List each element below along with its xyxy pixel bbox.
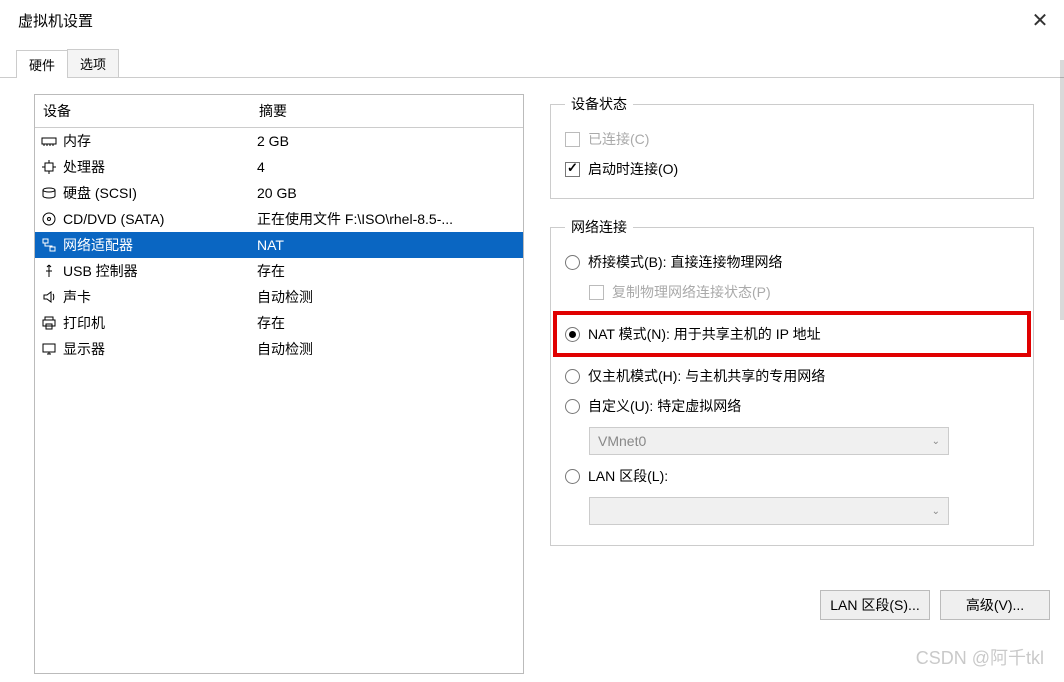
device-name: 处理器 [63, 157, 105, 177]
lan-segment-radio[interactable] [565, 469, 580, 484]
device-row[interactable]: 打印机 存在 [35, 310, 523, 336]
lan-segments-button[interactable]: LAN 区段(S)... [820, 590, 930, 620]
device-summary: 正在使用文件 F:\ISO\rhel-8.5-... [251, 207, 523, 231]
device-summary: 20 GB [251, 183, 523, 203]
vm-settings-dialog: 虚拟机设置 ✕ 硬件 选项 设备 摘要 内存 2 GB 处理器 4 硬盘 (SCSI) 2… [0, 0, 1064, 682]
net-icon [41, 237, 57, 253]
device-row[interactable]: 内存 2 GB [35, 128, 523, 154]
sound-icon [41, 289, 57, 305]
replicate-checkbox [589, 285, 604, 300]
device-name: 硬盘 (SCSI) [63, 183, 137, 203]
device-summary: 存在 [251, 259, 523, 283]
device-name: 内存 [63, 131, 91, 151]
chevron-down-icon: ⌄ [932, 506, 940, 517]
printer-icon [41, 315, 57, 331]
vmnet-value: VMnet0 [598, 433, 646, 449]
connect-at-poweron-label: 启动时连接(O) [588, 159, 678, 179]
device-name: USB 控制器 [63, 261, 138, 281]
bottom-buttons: LAN 区段(S)... 高级(V)... [820, 590, 1050, 620]
close-icon[interactable]: ✕ [1020, 0, 1060, 40]
device-name: 网络适配器 [63, 235, 133, 255]
device-summary: 存在 [251, 311, 523, 335]
side-shadow [1060, 60, 1064, 320]
header-summary[interactable]: 摘要 [251, 95, 523, 127]
device-row[interactable]: 网络适配器 NAT [35, 232, 523, 258]
device-list-header: 设备 摘要 [35, 95, 523, 128]
settings-panel: 设备状态 已连接(C) 启动时连接(O) 网络连接 桥接模式(B): 直接连接物… [524, 94, 1050, 682]
device-summary: NAT [251, 235, 523, 255]
advanced-button[interactable]: 高级(V)... [940, 590, 1050, 620]
hostonly-label: 仅主机模式(H): 与主机共享的专用网络 [588, 366, 825, 386]
device-name: 打印机 [63, 313, 105, 333]
nat-label: NAT 模式(N): 用于共享主机的 IP 地址 [588, 324, 821, 344]
lan-segment-combo: ⌄ [589, 497, 949, 525]
watermark: CSDN @阿千tkl [916, 644, 1044, 670]
device-state-legend: 设备状态 [565, 94, 633, 114]
titlebar: 虚拟机设置 ✕ [0, 0, 1064, 40]
usb-icon [41, 263, 57, 279]
header-device[interactable]: 设备 [35, 95, 251, 127]
bridged-radio[interactable] [565, 255, 580, 270]
nat-radio[interactable] [565, 327, 580, 342]
network-legend: 网络连接 [565, 217, 633, 237]
device-summary: 4 [251, 157, 523, 177]
device-summary: 自动检测 [251, 285, 523, 309]
disk-icon [41, 185, 57, 201]
tab-hardware[interactable]: 硬件 [16, 50, 68, 78]
display-icon [41, 341, 57, 357]
vmnet-combo: VMnet0 ⌄ [589, 427, 949, 455]
cd-icon [41, 211, 57, 227]
device-summary: 自动检测 [251, 337, 523, 361]
window-title: 虚拟机设置 [18, 10, 1020, 31]
custom-label: 自定义(U): 特定虚拟网络 [588, 396, 741, 416]
device-row[interactable]: 声卡 自动检测 [35, 284, 523, 310]
memory-icon [41, 133, 57, 149]
device-state-group: 设备状态 已连接(C) 启动时连接(O) [550, 94, 1034, 199]
network-connection-group: 网络连接 桥接模式(B): 直接连接物理网络 复制物理网络连接状态(P) NAT… [550, 217, 1034, 546]
connect-at-poweron-checkbox[interactable] [565, 162, 580, 177]
device-summary: 2 GB [251, 131, 523, 151]
cpu-icon [41, 159, 57, 175]
nat-highlight: NAT 模式(N): 用于共享主机的 IP 地址 [553, 311, 1031, 357]
hostonly-radio[interactable] [565, 369, 580, 384]
tabs: 硬件 选项 [0, 50, 1064, 78]
device-row[interactable]: 硬盘 (SCSI) 20 GB [35, 180, 523, 206]
replicate-label: 复制物理网络连接状态(P) [612, 282, 771, 302]
device-list[interactable]: 设备 摘要 内存 2 GB 处理器 4 硬盘 (SCSI) 20 GB CD/DVD (SA… [34, 94, 524, 674]
device-row[interactable]: CD/DVD (SATA) 正在使用文件 F:\ISO\rhel-8.5-... [35, 206, 523, 232]
device-name: 声卡 [63, 287, 91, 307]
lan-segment-label: LAN 区段(L): [588, 466, 668, 486]
device-row[interactable]: 显示器 自动检测 [35, 336, 523, 362]
bridged-label: 桥接模式(B): 直接连接物理网络 [588, 252, 782, 272]
connected-label: 已连接(C) [588, 129, 649, 149]
custom-radio[interactable] [565, 399, 580, 414]
device-row[interactable]: 处理器 4 [35, 154, 523, 180]
connected-checkbox [565, 132, 580, 147]
device-row[interactable]: USB 控制器 存在 [35, 258, 523, 284]
device-name: 显示器 [63, 339, 105, 359]
tab-options[interactable]: 选项 [67, 49, 119, 77]
chevron-down-icon: ⌄ [932, 436, 940, 447]
device-name: CD/DVD (SATA) [63, 211, 164, 227]
